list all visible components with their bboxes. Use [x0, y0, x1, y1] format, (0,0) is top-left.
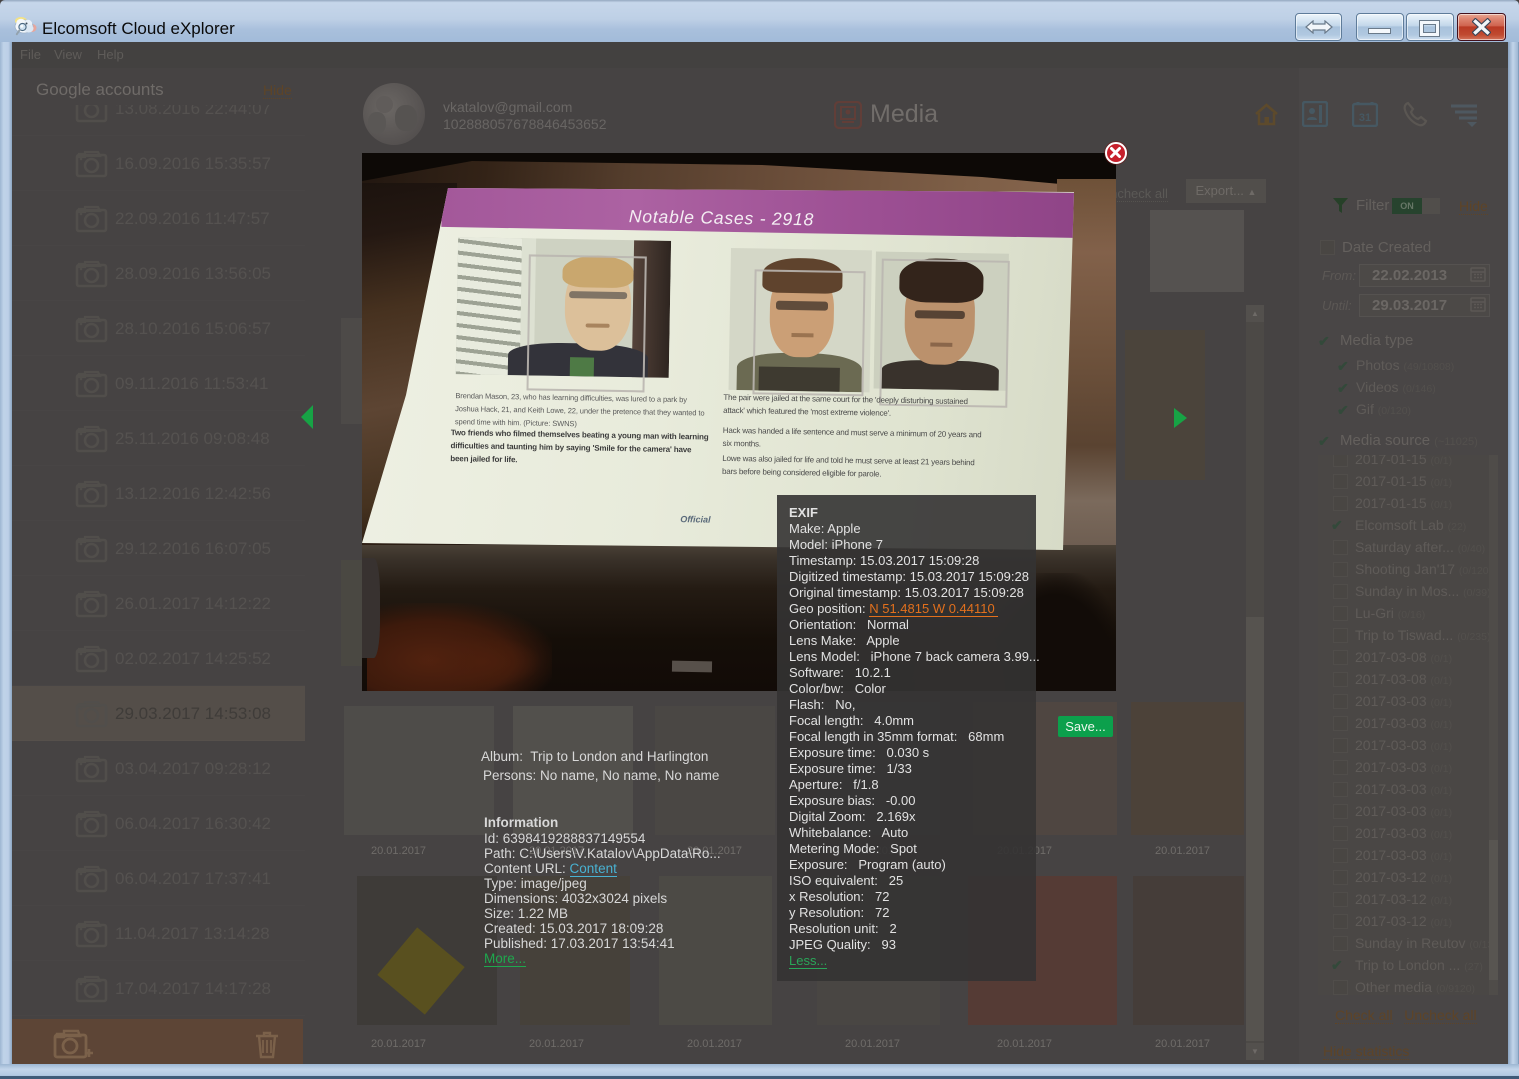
svg-text:31: 31 [1359, 112, 1371, 124]
